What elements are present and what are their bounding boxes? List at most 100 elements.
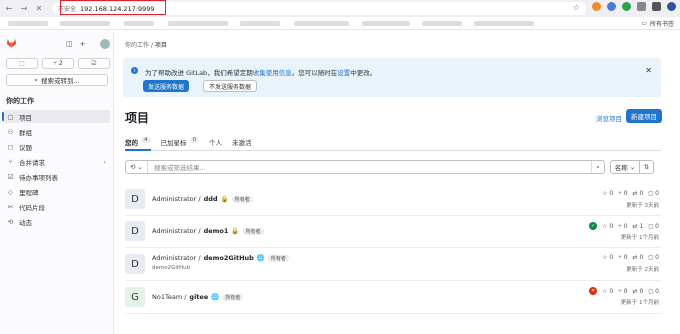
settings-link[interactable]: 设置: [337, 69, 350, 77]
bookmark-item[interactable]: [294, 21, 349, 26]
pipeline-passed-icon[interactable]: ✓: [589, 222, 598, 230]
forward-icon[interactable]: →: [18, 3, 30, 15]
sidebar-item-milestones[interactable]: ◇ 里程碑: [2, 185, 110, 198]
dont-send-service-data-button[interactable]: 不发送服务数据: [203, 80, 258, 92]
bookmark-item[interactable]: [422, 21, 462, 26]
bookmarks-bar: ▭ 所有书签: [0, 17, 680, 30]
mr-count[interactable]: ⇄ 0: [633, 254, 644, 261]
project-name[interactable]: gitee: [189, 293, 208, 301]
bookmark-star-icon[interactable]: ☆: [573, 3, 580, 12]
sidebar-search-button[interactable]: ⌕ 搜索或转到...: [6, 74, 108, 86]
gitlab-logo-icon[interactable]: [6, 38, 17, 48]
extension-icon[interactable]: [592, 2, 601, 11]
bookmark-item[interactable]: [240, 21, 280, 26]
usage-info-link[interactable]: 收集使用信息: [253, 69, 292, 77]
project-row[interactable]: D Administrator / demo2GitHub 🌐 所有者 demo…: [125, 248, 661, 281]
mr-count[interactable]: ⇄ 0: [633, 190, 644, 197]
close-icon[interactable]: ✕: [645, 66, 652, 75]
tab-inactive[interactable]: 未激活: [232, 135, 252, 151]
bookmark-item[interactable]: [8, 21, 48, 26]
sidebar-item-todos[interactable]: ☑ 待办事项列表: [2, 170, 110, 183]
project-avatar[interactable]: D: [125, 221, 145, 241]
mr-count[interactable]: ⇄ 0: [633, 288, 644, 295]
sidepanel-icon[interactable]: [652, 2, 661, 11]
puzzle-icon[interactable]: [637, 2, 646, 11]
tab-personal[interactable]: 个人: [209, 135, 222, 151]
sort-dropdown[interactable]: 名称 ⌄: [610, 160, 640, 174]
main-content: 你的工作 / 项目 i 为了帮助改进 GitLab，我们希望定期收集使用信息。您…: [115, 31, 680, 334]
project-name[interactable]: ddd: [204, 195, 218, 203]
bookmark-item[interactable]: [124, 21, 154, 26]
project-name[interactable]: demo1: [204, 227, 229, 235]
send-service-data-button[interactable]: 发送服务数据: [143, 80, 190, 92]
sidebar-item-issues[interactable]: ◻ 议题: [2, 140, 110, 153]
search-icon[interactable]: ⌕: [591, 161, 604, 173]
merge-request-icon: ⑂: [53, 60, 57, 67]
project-avatar[interactable]: G: [125, 287, 145, 307]
issue-count[interactable]: ◻ 0: [648, 288, 659, 295]
sidebar-item-label: 动态: [19, 218, 32, 227]
project-title[interactable]: Administrator / demo2GitHub 🌐 所有者: [152, 254, 289, 262]
fork-count[interactable]: ⑂ 0: [618, 223, 627, 230]
issues-counter-button[interactable]: ⬚: [6, 58, 38, 69]
sidebar-item-groups[interactable]: ⚇ 群组: [2, 125, 110, 138]
star-count[interactable]: ☆ 0: [602, 190, 613, 197]
sidebar-item-projects[interactable]: ▢ 项目: [2, 110, 110, 123]
issue-count[interactable]: ◻ 0: [648, 254, 659, 261]
star-count[interactable]: ☆ 0: [602, 288, 613, 295]
project-row[interactable]: D Administrator / demo1 🔒 所有者 ✓ ☆ 0 ⑂ 0 …: [125, 216, 661, 248]
todos-counter-button[interactable]: ☑: [78, 58, 110, 69]
fork-count[interactable]: ⑂ 0: [618, 288, 627, 295]
sidebar-item-snippets[interactable]: ✂ 代码片段: [2, 200, 110, 213]
bookmark-item[interactable]: [474, 21, 534, 26]
issues-icon: ◻: [7, 142, 14, 151]
sidebar-toggle-icon[interactable]: ◫: [66, 40, 73, 48]
globe-icon: 🌐: [211, 293, 220, 301]
fork-count[interactable]: ⑂ 0: [618, 190, 627, 197]
issue-count[interactable]: ◻ 0: [648, 223, 659, 230]
explore-projects-link[interactable]: 浏览项目: [596, 113, 622, 123]
bookmark-item[interactable]: [60, 21, 110, 26]
project-row[interactable]: G No1Team / gitee 🌐 所有者 ✕ ☆ 0 ⑂ 0 ⇄ 0 ◻ …: [125, 281, 661, 314]
tab-yours[interactable]: 您的 4: [125, 135, 151, 151]
updated-time: 更新于 1个月前: [620, 300, 659, 306]
back-icon[interactable]: ←: [3, 3, 15, 15]
project-avatar[interactable]: D: [125, 189, 145, 209]
folder-icon: ▭: [641, 20, 647, 27]
avatar[interactable]: [100, 39, 110, 49]
bookmark-item[interactable]: [168, 21, 228, 26]
sidebar-item-merge-requests[interactable]: ⑂ 合并请求 ›: [2, 155, 110, 168]
create-new-icon[interactable]: +: [80, 40, 86, 48]
banner-text-part: 。您可以随时在: [291, 69, 338, 77]
project-title[interactable]: No1Team / gitee 🌐 所有者: [152, 293, 244, 301]
breadcrumb-parent[interactable]: 你的工作: [125, 42, 149, 49]
issue-count[interactable]: ◻ 0: [648, 190, 659, 197]
project-title[interactable]: Administrator / ddd 🔒 所有者: [152, 195, 253, 203]
reload-icon[interactable]: ✕: [33, 3, 45, 15]
recent-searches-button[interactable]: ⟲ ⌄: [126, 161, 148, 173]
mr-count-value: 0: [639, 190, 644, 197]
search-input[interactable]: 搜索或筛选结果...: [154, 162, 206, 172]
extension-icon[interactable]: [607, 2, 616, 11]
fork-count[interactable]: ⑂ 0: [618, 254, 627, 261]
pipeline-failed-icon[interactable]: ✕: [589, 287, 598, 295]
bookmark-item[interactable]: [362, 21, 410, 26]
star-count[interactable]: ☆ 0: [602, 223, 613, 230]
mr-count[interactable]: ⇄ 1: [633, 223, 644, 230]
project-avatar[interactable]: D: [125, 254, 145, 274]
sidebar-item-label: 待办事项列表: [19, 173, 58, 182]
profile-icon[interactable]: [667, 2, 676, 11]
all-bookmarks[interactable]: ▭ 所有书签: [641, 19, 674, 28]
project-row[interactable]: D Administrator / ddd 🔒 所有者 ☆ 0 ⑂ 0 ⇄ 0 …: [125, 184, 661, 216]
project-title[interactable]: Administrator / demo1 🔒 所有者: [152, 227, 264, 235]
extension-icon[interactable]: [622, 2, 631, 11]
sidebar-item-activity[interactable]: ⟲ 动态: [2, 215, 110, 228]
merge-requests-counter-button[interactable]: ⑂ 2: [42, 58, 74, 69]
tab-starred[interactable]: 已加星标 0: [161, 135, 199, 151]
sort-direction-button[interactable]: ⇅: [640, 160, 654, 174]
new-project-button[interactable]: 新建项目: [626, 109, 662, 123]
star-count[interactable]: ☆ 0: [602, 254, 613, 261]
role-badge: 所有者: [222, 293, 244, 301]
breadcrumb-current[interactable]: 项目: [155, 42, 167, 49]
project-name[interactable]: demo2GitHub: [204, 254, 254, 262]
